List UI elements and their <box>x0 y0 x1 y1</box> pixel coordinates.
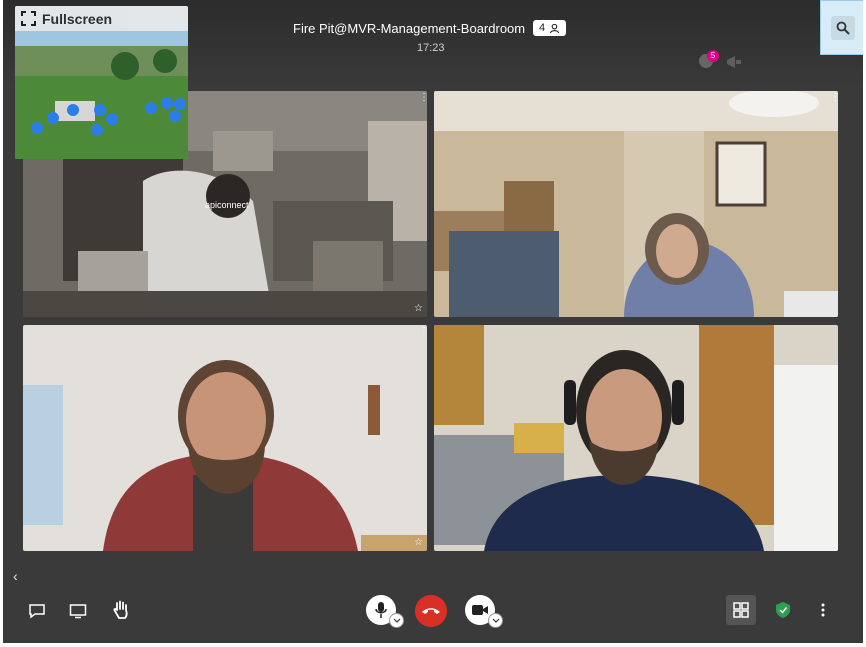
meeting-window: Fire Pit@MVR-Management-Boardroom 4 17:2… <box>3 0 863 643</box>
search-icon <box>836 21 850 35</box>
notification-badge: 5 <box>707 50 719 62</box>
screen-share-icon <box>69 604 87 619</box>
security-options-button[interactable] <box>771 598 795 622</box>
camera-icon <box>472 605 488 615</box>
fullscreen-button[interactable]: Fullscreen <box>15 6 188 31</box>
search-button[interactable] <box>831 15 855 40</box>
chevron-left-icon[interactable]: ‹ <box>13 568 18 584</box>
grid-view-icon <box>733 602 749 618</box>
grid-view-button[interactable] <box>726 595 756 625</box>
megaphone-icon[interactable] <box>725 54 743 70</box>
hang-up-button[interactable] <box>415 595 447 627</box>
participants-icon <box>549 23 560 33</box>
raise-hand-icon <box>113 600 128 619</box>
star-icon: ☆ <box>414 537 423 548</box>
tile-menu-icon[interactable]: ⋮ <box>830 93 838 106</box>
chevron-down-icon <box>492 618 499 623</box>
phone-hangup-icon <box>422 608 440 614</box>
shield-icon <box>776 602 790 618</box>
toolbar <box>3 585 863 643</box>
chat-icon <box>29 604 45 619</box>
video-tile-3[interactable]: ⋮ ☆ <box>23 325 427 551</box>
more-actions-button[interactable] <box>813 598 833 622</box>
participant-count-badge[interactable]: 4 <box>533 20 567 36</box>
video-feed-2 <box>434 91 838 317</box>
participant-count: 4 <box>539 22 546 34</box>
microphone-icon <box>375 602 387 618</box>
video-feed-3 <box>23 325 427 551</box>
microphone-options-button[interactable] <box>389 613 404 628</box>
screen-share-button[interactable] <box>66 599 90 623</box>
meeting-title: Fire Pit@MVR-Management-Boardroom <box>293 21 526 36</box>
search-area[interactable] <box>820 0 863 55</box>
star-icon: ☆ <box>414 303 423 314</box>
video-tile-2[interactable]: ⋮ <box>434 91 838 317</box>
video-feed-4 <box>434 325 838 551</box>
fullscreen-icon <box>21 11 36 26</box>
video-tile-4[interactable] <box>434 325 838 551</box>
chevron-down-icon <box>393 618 400 623</box>
fullscreen-label: Fullscreen <box>42 10 113 27</box>
tile-menu-icon[interactable]: ⋮ <box>419 93 427 106</box>
raise-hand-button[interactable] <box>108 597 134 623</box>
more-vertical-icon <box>821 603 825 617</box>
camera-options-button[interactable] <box>488 613 503 628</box>
tile-menu-icon[interactable]: ⋮ <box>419 327 427 340</box>
participant-name-label: apiconnect <box>205 200 249 210</box>
chat-button[interactable] <box>25 599 49 623</box>
meeting-clock: 17:23 <box>417 42 445 54</box>
fullscreen-preview[interactable]: Fullscreen <box>15 6 188 159</box>
